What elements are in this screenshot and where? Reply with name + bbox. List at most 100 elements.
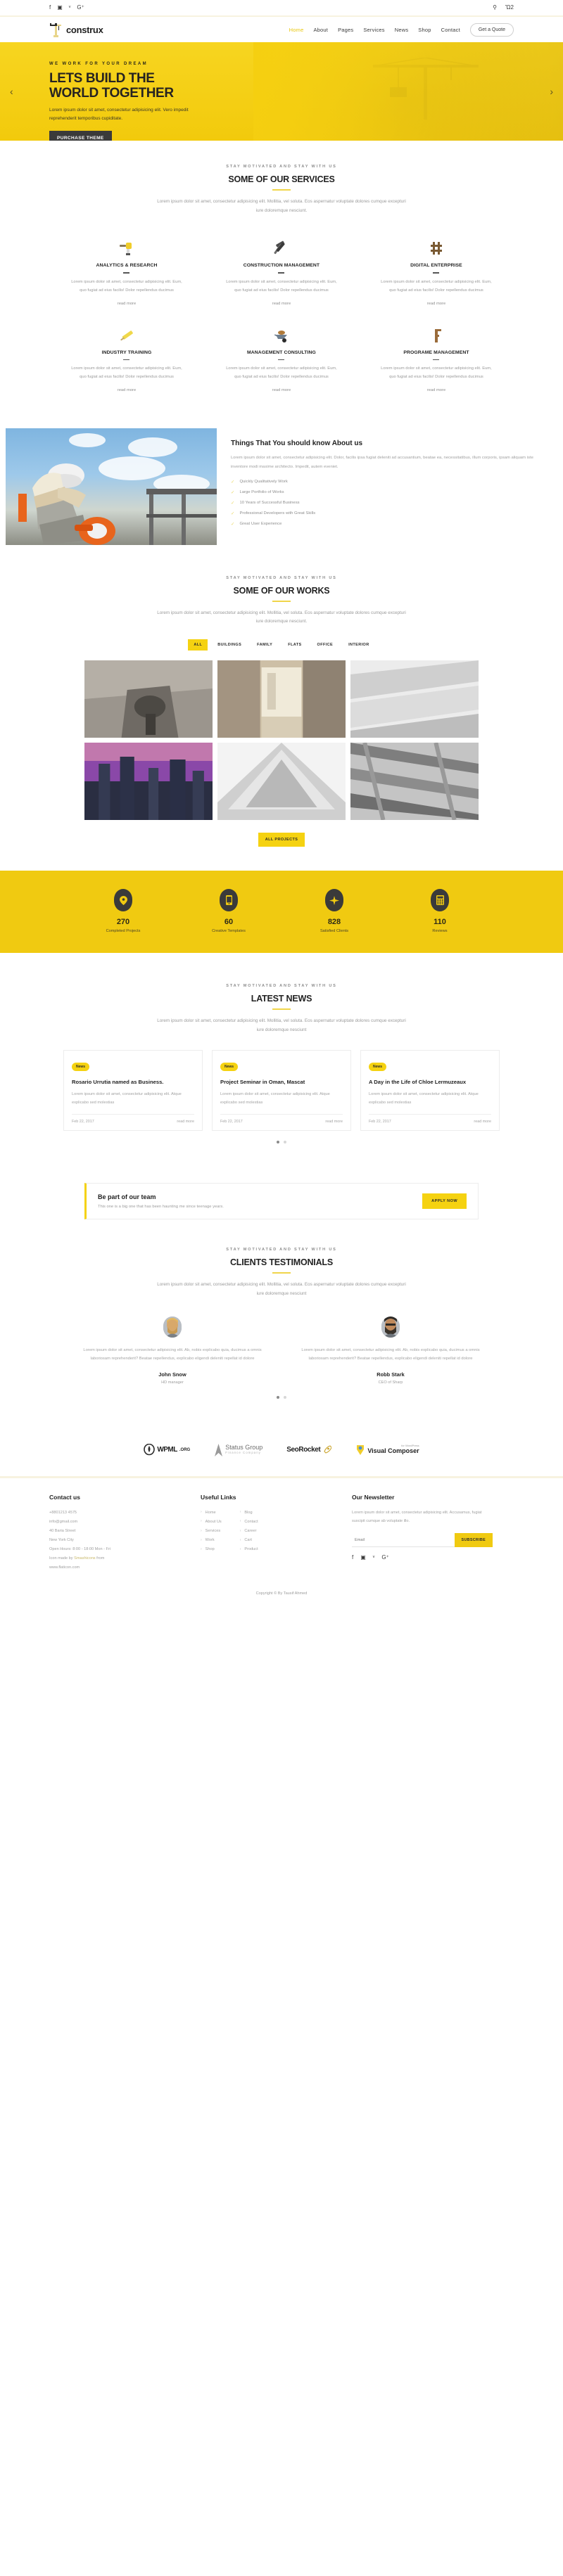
footer-link-work[interactable]: › Work [201, 1536, 222, 1545]
footer-icon-credit: Icon made by Smashicons from [49, 1554, 201, 1563]
news-card-read-more-link[interactable]: read more [325, 1120, 343, 1124]
service-card[interactable]: MANAGEMENT CONSULTING Lorem ipsum dolor … [204, 318, 359, 404]
avatar [381, 1316, 400, 1338]
news-card-read-more-link[interactable]: read more [177, 1120, 194, 1124]
footer-link-services[interactable]: › Services [201, 1527, 222, 1536]
footer-link-cart[interactable]: › Cart [240, 1536, 258, 1545]
all-projects-button[interactable]: ALL PROJECTS [258, 833, 305, 847]
footer-link-shop[interactable]: › Shop [201, 1545, 222, 1554]
carousel-dot-2[interactable] [284, 1141, 286, 1144]
cloud-shape [128, 437, 177, 458]
section-rule [272, 1272, 291, 1274]
purchase-theme-button[interactable]: PURCHASE THEME [49, 130, 112, 141]
get-a-quote-button[interactable]: Get a Quote [469, 23, 514, 37]
service-read-more-link[interactable]: read more [272, 388, 291, 392]
testimonial-name: John Snow [158, 1371, 186, 1378]
plane-icon [325, 889, 343, 912]
site-footer: Contact us +8801213 4575 info@gmail.com … [0, 1478, 563, 1573]
news-card[interactable]: News Project Seminar in Oman, Mascat Lor… [212, 1050, 351, 1132]
worker-illustration [18, 457, 115, 545]
footer-link-product[interactable]: › Product [240, 1545, 258, 1554]
nav-item-services[interactable]: Services [363, 27, 384, 33]
service-read-more-link[interactable]: read more [118, 302, 136, 306]
work-tile[interactable] [350, 660, 479, 738]
carousel-dot-1[interactable] [277, 1141, 279, 1144]
news-card-read-more-link[interactable]: read more [474, 1120, 491, 1124]
news-card-date: Feb 22, 2017 [72, 1120, 94, 1124]
footer-link-label: Product [244, 1547, 258, 1552]
cart-icon[interactable]: Ὥ2 [505, 5, 514, 11]
work-tile[interactable] [350, 743, 479, 821]
icon-credit-link[interactable]: Smashicons [74, 1556, 95, 1561]
list-item: ✓ Professional Developers with Great Skil… [231, 511, 543, 516]
counter-item: 60 Creative Templates [176, 889, 282, 933]
service-card[interactable]: DIGITAL ENTERPRISE Lorem ipsum dolor sit… [359, 231, 514, 317]
apply-now-button[interactable]: APPLY NOW [422, 1193, 467, 1210]
footer-link-about-us[interactable]: › About Us [201, 1518, 222, 1527]
news-card[interactable]: News A Day in the Life of Chloe Lermuzea… [360, 1050, 500, 1132]
filter-buildings[interactable]: BUILDINGS [212, 639, 247, 651]
service-text: Lorem ipsum dolor sit amet, consectetur … [381, 366, 492, 379]
search-icon[interactable]: ⚲ [493, 5, 497, 11]
calculator-icon [431, 889, 449, 912]
google-plus-icon[interactable]: G⁺ [77, 5, 84, 11]
nav-item-about[interactable]: About [313, 27, 328, 33]
instagram-icon[interactable]: ▣ [57, 5, 63, 11]
brand-logo-link[interactable]: construx [49, 22, 103, 37]
nav-item-contact[interactable]: Contact [441, 27, 460, 33]
work-tile[interactable] [217, 743, 346, 821]
facebook-icon[interactable]: f [49, 5, 51, 11]
about-text: Lorem ipsum dolor sit amet, consectetur … [231, 455, 533, 469]
twitter-icon[interactable]: ᵛ [373, 1554, 375, 1561]
nav-item-home[interactable]: Home [289, 27, 304, 33]
hero-next-arrow[interactable]: › [550, 86, 553, 96]
footer-link-contact[interactable]: › Contact [240, 1518, 258, 1527]
work-tile[interactable] [217, 660, 346, 738]
service-card[interactable]: ANALYTICS & RESEARCH Lorem ipsum dolor s… [49, 231, 204, 317]
service-read-more-link[interactable]: read more [272, 302, 291, 306]
service-title: ANALYTICS & RESEARCH [96, 263, 158, 269]
facebook-icon[interactable]: f [352, 1554, 353, 1561]
carousel-dot-2[interactable] [284, 1395, 286, 1399]
service-card[interactable]: INDUSTRY TRAINING Lorem ipsum dolor sit … [49, 318, 204, 404]
service-read-more-link[interactable]: read more [427, 302, 445, 306]
wheelbarrow-icon [222, 326, 341, 345]
nav-item-pages[interactable]: Pages [338, 27, 353, 33]
news-card-date: Feb 22, 2017 [369, 1120, 391, 1124]
filter-interior[interactable]: INTERIOR [343, 639, 374, 651]
news-card-title: Project Seminar in Oman, Mascat [220, 1079, 305, 1086]
subscribe-button[interactable]: SUBSCRIBE [454, 1533, 493, 1548]
news-title: LATEST NEWS [251, 994, 312, 1004]
footer-link-label: Work [205, 1538, 215, 1543]
work-tile[interactable] [84, 660, 213, 738]
footer-link-label: Services [205, 1528, 221, 1533]
newsletter-email-input[interactable] [352, 1533, 455, 1548]
filter-flats[interactable]: FLATS [282, 639, 307, 651]
hero-prev-arrow[interactable]: ‹ [10, 86, 13, 96]
carousel-dot-1[interactable] [277, 1395, 279, 1399]
nav-item-news[interactable]: News [395, 27, 409, 33]
footer-icon-credit-site[interactable]: www.flaticon.com [49, 1563, 201, 1572]
footer-link-home[interactable]: › Home [201, 1508, 222, 1518]
twitter-icon[interactable]: ᵛ [69, 5, 71, 11]
service-card[interactable]: CONSTRUCTION MANAGEMENT Lorem ipsum dolo… [204, 231, 359, 317]
footer-link-label: About Us [205, 1519, 222, 1524]
service-card[interactable]: PROGRAME MANAGEMENT Lorem ipsum dolor si… [359, 318, 514, 404]
filter-office[interactable]: OFFICE [312, 639, 339, 651]
instagram-icon[interactable]: ▣ [360, 1554, 366, 1561]
footer-link-career[interactable]: › Career [240, 1527, 258, 1536]
filter-all[interactable]: ALL [188, 639, 208, 651]
footer-link-label: Blog [244, 1510, 253, 1515]
work-tile[interactable] [84, 743, 213, 821]
news-badge: News [369, 1063, 387, 1072]
team-cta-title: Be part of our team [98, 1193, 156, 1201]
footer-link-blog[interactable]: › Blog [240, 1508, 258, 1518]
service-read-more-link[interactable]: read more [427, 388, 445, 392]
footer-newsletter-heading: Our Newsletter [352, 1493, 395, 1501]
google-plus-icon[interactable]: G⁺ [381, 1554, 388, 1561]
service-read-more-link[interactable]: read more [118, 388, 136, 392]
news-card[interactable]: News Rosario Urrutia named as Business. … [63, 1050, 203, 1132]
chevron-right-icon: › [201, 1510, 202, 1515]
filter-family[interactable]: FAMILY [251, 639, 278, 651]
nav-item-shop[interactable]: Shop [418, 27, 431, 33]
